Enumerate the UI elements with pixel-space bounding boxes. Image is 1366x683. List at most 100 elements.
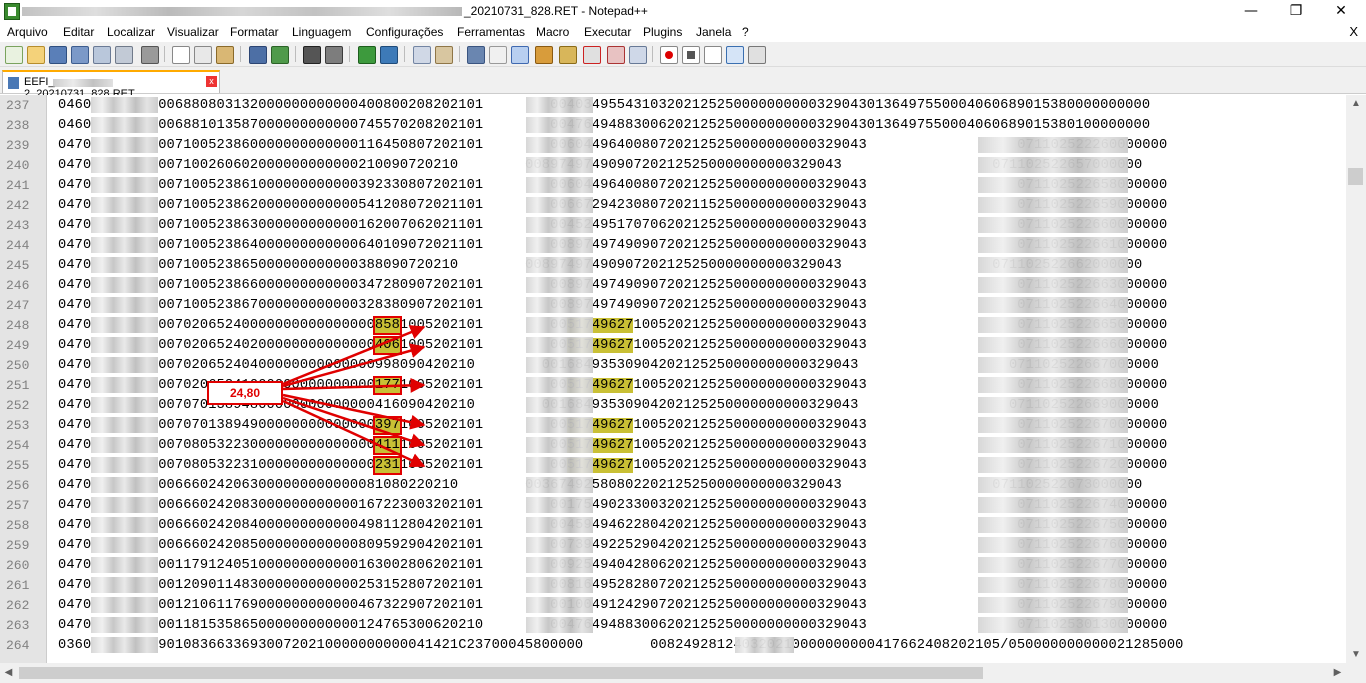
record-macro-icon[interactable] — [660, 46, 678, 64]
close-all-icon[interactable] — [115, 46, 133, 64]
menu-localizar[interactable]: Localizar — [107, 25, 155, 39]
redacted-block — [526, 617, 594, 633]
record-field: 00175490233003202125250000000000329043 — [550, 498, 867, 513]
editor-line[interactable]: 248 0470 007020652400000000000000008581005… — [0, 315, 1346, 335]
find-icon[interactable] — [303, 46, 321, 64]
editor-line[interactable]: 255 0470 007080532231000000000000002311005… — [0, 455, 1346, 475]
horizontal-scroll-thumb[interactable] — [19, 667, 983, 679]
open-file-icon[interactable] — [27, 46, 45, 64]
close-document-button[interactable]: X — [1349, 24, 1358, 39]
monitoring-eye-icon[interactable] — [629, 46, 647, 64]
editor-line[interactable]: 258 0470 006660242084000000000000498112804… — [0, 515, 1346, 535]
indent-guide-icon[interactable] — [511, 46, 529, 64]
paste-icon[interactable] — [216, 46, 234, 64]
editor-line[interactable]: 259 0470 006660242085000000000000809592904… — [0, 535, 1346, 555]
editor-line[interactable]: 241 0470 007100523861000000000000392330807… — [0, 175, 1346, 195]
editor-line[interactable]: 254 0470 007080532230000000000000004111005… — [0, 435, 1346, 455]
close-button[interactable]: ✕ — [1318, 0, 1364, 22]
editor-line[interactable]: 242 0470 007100523862000000000000541208072… — [0, 195, 1346, 215]
run-macro-multiple-icon[interactable] — [726, 46, 744, 64]
zoom-out-icon[interactable] — [380, 46, 398, 64]
editor-line[interactable]: 262 0470 001210611769000000000000467322907… — [0, 595, 1346, 615]
editor-line[interactable]: 247 0470 007100523867000000000000328380907… — [0, 295, 1346, 315]
minimize-button[interactable]: — — [1228, 0, 1274, 22]
cut-icon[interactable] — [172, 46, 190, 64]
editor-line[interactable]: 252 0470 007070138948000000000000004160904… — [0, 395, 1346, 415]
scroll-right-icon[interactable]: ▶ — [1329, 663, 1346, 683]
editor-line[interactable]: 239 0470 007100523860000000000000116450807… — [0, 135, 1346, 155]
menu-editar[interactable]: Editar — [63, 25, 94, 39]
tab-document[interactable]: EEFI_2_20210731_828.RET x — [2, 70, 220, 100]
record-type: 0470 — [58, 138, 92, 153]
menu-janela[interactable]: Janela — [696, 25, 731, 39]
menu-macro[interactable]: Macro — [536, 25, 569, 39]
editor-line[interactable]: 238 0460 006881013587000000000000745570208… — [0, 115, 1346, 135]
undo-icon[interactable] — [249, 46, 267, 64]
language-icon[interactable] — [535, 46, 553, 64]
editor-line[interactable]: 263 0470 001181535865000000000000124765300… — [0, 615, 1346, 635]
record-type: 0470 — [58, 198, 92, 213]
redacted-block — [91, 517, 159, 533]
editor-line[interactable]: 250 0470 007020652404000000000000009980904… — [0, 355, 1346, 375]
tab-close-icon[interactable]: x — [206, 76, 217, 87]
save-macro-icon[interactable] — [748, 46, 766, 64]
editor-line[interactable]: 264 0360 901083663369300720210000000000041… — [0, 635, 1346, 655]
menu-arquivo[interactable]: Arquivo — [7, 25, 48, 39]
maximize-button[interactable]: ❐ — [1273, 0, 1319, 22]
editor-line[interactable]: 237 0460 006880803132000000000000400800208… — [0, 95, 1346, 115]
replace-icon[interactable] — [325, 46, 343, 64]
sync-horizontal-icon[interactable] — [435, 46, 453, 64]
editor-line[interactable]: 257 0470 006660242083000000000000167223003… — [0, 495, 1346, 515]
function-list-icon[interactable] — [583, 46, 601, 64]
scroll-up-icon[interactable]: ▲ — [1346, 95, 1366, 112]
print-icon[interactable] — [141, 46, 159, 64]
editor-line[interactable]: 261 0470 001209011483000000000000253152807… — [0, 575, 1346, 595]
editor-line[interactable]: 2510470007020652410000000000000001771005… — [0, 375, 1346, 395]
horizontal-scrollbar[interactable]: ◀ ▶ — [0, 663, 1346, 683]
redacted-block — [977, 497, 1129, 513]
editor-line[interactable]: 243 0470 007100523863000000000000162007062… — [0, 215, 1346, 235]
close-file-icon[interactable] — [93, 46, 111, 64]
zoom-in-icon[interactable] — [358, 46, 376, 64]
editor-line[interactable]: 249 0470 007020652402000000000000004061005… — [0, 335, 1346, 355]
save-all-icon[interactable] — [71, 46, 89, 64]
folder-workspace-icon[interactable] — [607, 46, 625, 64]
editor-line[interactable]: 256 0470 006660242063000000000000081080220… — [0, 475, 1346, 495]
record-type: 0470 — [58, 238, 92, 253]
editor-line[interactable]: 244 0470 007100523864000000000000640109072… — [0, 235, 1346, 255]
menu-help[interactable]: ? — [742, 25, 749, 39]
record-type: 0470 — [58, 158, 92, 173]
menu-ferramentas[interactable]: Ferramentas — [457, 25, 525, 39]
redacted-block — [526, 237, 594, 253]
sync-vertical-icon[interactable] — [413, 46, 431, 64]
editor-line[interactable]: 240 0470 007100260602000000000000210090720… — [0, 155, 1346, 175]
play-macro-icon[interactable] — [704, 46, 722, 64]
scroll-left-icon[interactable]: ◀ — [0, 663, 17, 683]
editor-line[interactable]: 260 0470 001179124051000000000000163002806… — [0, 555, 1346, 575]
editor-line[interactable]: 245 0470 007100523865000000000000388090720… — [0, 255, 1346, 275]
editor-line[interactable]: 246 0470 007100523866000000000000347280907… — [0, 275, 1346, 295]
doc-map-icon[interactable] — [559, 46, 577, 64]
menu-plugins[interactable]: Plugins — [643, 25, 682, 39]
scroll-down-icon[interactable]: ▼ — [1346, 646, 1366, 663]
save-icon[interactable] — [49, 46, 67, 64]
menu-visualizar[interactable]: Visualizar — [167, 25, 219, 39]
vertical-scrollbar[interactable]: ▲ ▼ — [1346, 95, 1366, 663]
menu-configuracoes[interactable]: Configurações — [366, 25, 443, 39]
copy-icon[interactable] — [194, 46, 212, 64]
editor-line[interactable]: 253 0470 007070138949000000000000003971005… — [0, 415, 1346, 435]
menu-formatar[interactable]: Formatar — [230, 25, 279, 39]
redacted-block — [526, 177, 594, 193]
word-wrap-icon[interactable] — [467, 46, 485, 64]
record-field: 006660242083000000000000167223003202101 — [158, 498, 484, 513]
vertical-scroll-thumb[interactable] — [1348, 168, 1363, 185]
new-file-icon[interactable] — [5, 46, 23, 64]
record-field: 00459494622804202125250000000000329043 — [550, 518, 867, 533]
menu-linguagem[interactable]: Linguagem — [292, 25, 351, 39]
editor-area[interactable]: 237 0460 006880803132000000000000400800208… — [0, 95, 1346, 663]
menu-executar[interactable]: Executar — [584, 25, 631, 39]
stop-macro-icon[interactable] — [682, 46, 700, 64]
toolbar — [0, 42, 1366, 67]
redo-icon[interactable] — [271, 46, 289, 64]
show-all-chars-icon[interactable] — [489, 46, 507, 64]
